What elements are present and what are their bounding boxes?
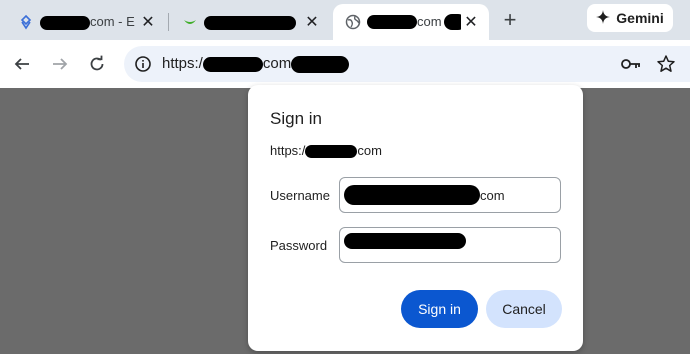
redaction [204, 15, 296, 30]
redaction [202, 56, 263, 72]
gemini-label: Gemini [616, 10, 664, 26]
dialog-title: Sign in [270, 109, 322, 128]
sparkle-icon [596, 9, 611, 27]
tab-3-active[interactable]: com ✕ [333, 4, 489, 40]
close-tab-icon[interactable]: ✕ [138, 12, 158, 32]
back-button[interactable] [10, 52, 34, 76]
redaction [344, 185, 480, 205]
url-prefix: https:/ [162, 55, 203, 72]
reload-icon [90, 55, 104, 71]
tab-strip: com - E ✕ ✕ com ✕ + Gemini [0, 0, 690, 40]
redaction [443, 14, 461, 31]
forward-arrow-icon [53, 58, 68, 70]
redaction [305, 145, 358, 159]
app-logo-icon [18, 14, 34, 30]
cancel-button[interactable]: Cancel [486, 290, 562, 328]
browser-toolbar: https:/ com [0, 40, 690, 88]
redaction [367, 15, 417, 30]
green-check-icon [182, 14, 198, 30]
username-label: Username [270, 188, 330, 203]
username-suffix: com [480, 187, 505, 203]
dialog-origin: https:/ com [270, 143, 382, 159]
new-tab-button[interactable]: + [498, 7, 522, 32]
url-text: https:/ com [162, 55, 350, 73]
password-key-icon[interactable] [620, 54, 642, 74]
username-field[interactable]: com [339, 177, 561, 213]
password-field[interactable] [339, 227, 561, 263]
tab-1[interactable]: com - E ✕ [6, 4, 166, 40]
globe-icon [345, 14, 361, 30]
close-tab-icon[interactable]: ✕ [302, 12, 322, 32]
forward-button[interactable] [48, 52, 72, 76]
redaction [344, 233, 466, 249]
tab-1-title: com - E [90, 14, 135, 30]
tab-2[interactable]: ✕ [170, 4, 330, 40]
site-info-icon[interactable] [134, 55, 152, 73]
address-bar[interactable]: https:/ com [124, 46, 690, 82]
gemini-button[interactable]: Gemini [587, 4, 673, 32]
origin-suffix: com [357, 143, 382, 158]
sign-in-dialog: Sign in https:/ com Username com Password… [248, 85, 583, 351]
tab-3-title: com [417, 13, 442, 29]
tab-separator [168, 13, 169, 31]
sign-in-button[interactable]: Sign in [401, 290, 478, 328]
bookmark-star-icon[interactable] [656, 54, 676, 74]
back-arrow-icon [14, 58, 29, 70]
close-tab-icon[interactable]: ✕ [461, 12, 481, 32]
origin-prefix: https:/ [270, 143, 306, 158]
redaction [291, 55, 350, 73]
redaction [40, 15, 90, 30]
password-label: Password [270, 238, 328, 253]
reload-button[interactable] [85, 52, 109, 76]
url-suffix: com [262, 55, 292, 72]
